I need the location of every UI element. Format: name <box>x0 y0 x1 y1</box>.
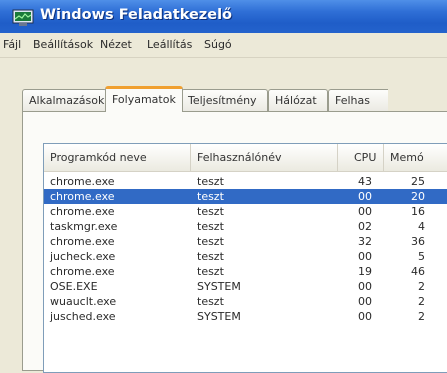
process-name: chrome.exe <box>50 265 115 278</box>
process-row[interactable]: wuauclt.exe teszt 00 2 <box>44 294 447 309</box>
process-user: teszt <box>197 205 224 218</box>
process-row[interactable]: chrome.exe teszt 32 36 <box>44 234 447 249</box>
process-name: chrome.exe <box>50 190 115 203</box>
process-memory: 4 <box>418 220 425 233</box>
process-memory: 16 <box>411 205 425 218</box>
process-memory: 2 <box>418 295 425 308</box>
process-user: teszt <box>197 250 224 263</box>
process-name: wuauclt.exe <box>50 295 117 308</box>
title-bar[interactable]: Windows Feladatkezelő <box>0 0 447 33</box>
process-user: teszt <box>197 235 224 248</box>
menu-help[interactable]: Súgó <box>204 38 232 51</box>
process-name: jucheck.exe <box>50 250 116 263</box>
process-user: SYSTEM <box>197 310 241 323</box>
process-cpu: 00 <box>358 205 372 218</box>
process-user: teszt <box>197 265 224 278</box>
process-name: chrome.exe <box>50 175 115 188</box>
process-user: teszt <box>197 220 224 233</box>
menu-shutdown[interactable]: Leállítás <box>147 38 192 51</box>
window-title: Windows Feladatkezelő <box>40 7 232 23</box>
tab-applications[interactable]: Alkalmazások <box>22 89 107 111</box>
process-row[interactable]: jucheck.exe teszt 00 5 <box>44 249 447 264</box>
process-name: chrome.exe <box>50 235 115 248</box>
process-user: teszt <box>197 295 224 308</box>
process-name: chrome.exe <box>50 205 115 218</box>
process-cpu: 32 <box>358 235 372 248</box>
column-header-user-name[interactable]: Felhasználónév <box>191 144 338 171</box>
tab-processes[interactable]: Folyamatok <box>105 86 183 112</box>
process-row[interactable]: taskmgr.exe teszt 02 4 <box>44 219 447 234</box>
process-memory: 46 <box>411 265 425 278</box>
menu-view[interactable]: Nézet <box>100 38 132 51</box>
process-row[interactable]: OSE.EXE SYSTEM 00 2 <box>44 279 447 294</box>
process-memory: 2 <box>418 310 425 323</box>
process-list[interactable]: Programkód neve Felhasználónév CPU Memó … <box>43 143 447 373</box>
process-name: OSE.EXE <box>50 280 98 293</box>
process-memory: 36 <box>411 235 425 248</box>
process-row-selected[interactable]: chrome.exe teszt 00 20 <box>44 189 447 204</box>
task-manager-icon <box>12 9 34 26</box>
process-cpu: 02 <box>358 220 372 233</box>
column-header-cpu[interactable]: CPU <box>338 144 384 171</box>
menu-file[interactable]: Fájl <box>3 38 21 51</box>
menu-options[interactable]: Beállítások <box>33 38 93 51</box>
process-row[interactable]: chrome.exe teszt 00 16 <box>44 204 447 219</box>
tab-networking[interactable]: Hálózat <box>268 89 328 111</box>
process-name: jusched.exe <box>50 310 116 323</box>
process-memory: 25 <box>411 175 425 188</box>
process-cpu: 00 <box>358 190 372 203</box>
process-user: teszt <box>197 190 224 203</box>
process-cpu: 43 <box>358 175 372 188</box>
process-cpu: 19 <box>358 265 372 278</box>
process-cpu: 00 <box>358 280 372 293</box>
process-memory: 20 <box>411 190 425 203</box>
tab-performance[interactable]: Teljesítmény <box>181 89 268 111</box>
column-header-memory[interactable]: Memó <box>384 144 447 171</box>
process-user: SYSTEM <box>197 280 241 293</box>
process-row[interactable]: chrome.exe teszt 43 25 <box>44 174 447 189</box>
menu-bar: Fájl Beállítások Nézet Leállítás Súgó <box>0 33 447 58</box>
process-row[interactable]: chrome.exe teszt 19 46 <box>44 264 447 279</box>
process-user: teszt <box>197 175 224 188</box>
column-header-image-name[interactable]: Programkód neve <box>44 144 191 171</box>
list-header: Programkód neve Felhasználónév CPU Memó <box>44 144 447 172</box>
process-cpu: 00 <box>358 310 372 323</box>
process-memory: 2 <box>418 280 425 293</box>
process-cpu: 00 <box>358 250 372 263</box>
process-cpu: 00 <box>358 295 372 308</box>
process-memory: 5 <box>418 250 425 263</box>
tab-users[interactable]: Felhas <box>328 89 388 111</box>
process-row[interactable]: jusched.exe SYSTEM 00 2 <box>44 309 447 324</box>
process-name: taskmgr.exe <box>50 220 118 233</box>
